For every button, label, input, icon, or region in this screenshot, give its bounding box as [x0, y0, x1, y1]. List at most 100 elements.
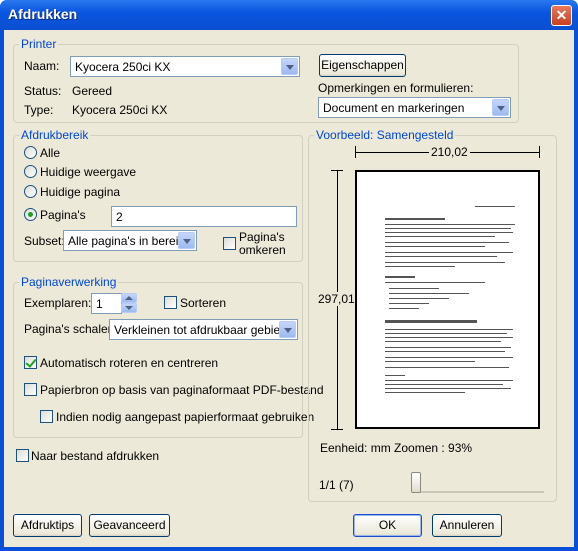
comments-label: Opmerkingen en formulieren: [318, 81, 474, 95]
page-counter: 1/1 (7) [319, 478, 354, 492]
scaling-value: Verkleinen tot afdrukbaar gebied [114, 323, 287, 337]
width-dimension-tick-right [539, 146, 540, 158]
autorotate-checkbox[interactable] [24, 356, 37, 369]
custom-paper-checkbox[interactable] [40, 410, 53, 423]
preview-group-title: Voorbeeld: Samengesteld [314, 128, 456, 142]
print-to-file-checkbox[interactable] [16, 449, 29, 462]
preview-text-line [385, 252, 513, 253]
preview-text-line [385, 246, 485, 247]
chevron-down-icon [279, 321, 296, 338]
printer-name-value: Kyocera 250ci KX [75, 60, 171, 74]
preview-text-line [385, 228, 511, 229]
print-to-file-label[interactable]: Naar bestand afdrukken [31, 449, 159, 463]
preview-text-line [385, 236, 495, 237]
preview-text-line [385, 347, 511, 348]
print-range-group-title: Afdrukbereik [19, 128, 91, 142]
preview-text-line [385, 341, 501, 342]
preview-width: 210,02 [429, 145, 470, 159]
scaling-label: Pagina's schalen: [24, 322, 118, 336]
preview-text-line [385, 367, 509, 368]
radio-current-page[interactable] [24, 185, 37, 198]
status-label: Status: [24, 84, 62, 98]
collate-label[interactable]: Sorteren [180, 296, 226, 310]
page-slider-track[interactable] [412, 473, 544, 493]
scaling-select[interactable]: Verkleinen tot afdrukbaar gebied [109, 319, 298, 340]
units-zoom-text: Eenheid: mm Zoomen : 93% [320, 441, 473, 455]
preview-text-line [385, 351, 505, 352]
page-handling-group-title: Paginaverwerking [19, 275, 119, 289]
radio-all-label[interactable]: Alle [40, 146, 60, 160]
preview-text-line [385, 380, 513, 381]
preview-text-line [385, 242, 509, 243]
page-slider-thumb[interactable] [411, 472, 421, 493]
width-dimension-tick-left [355, 146, 356, 158]
preview-text-line [385, 384, 503, 385]
preview-text-line [385, 361, 475, 362]
spin-down-icon[interactable] [121, 303, 137, 313]
radio-current-view[interactable] [24, 165, 37, 178]
preview-text-line [385, 333, 507, 334]
type-label: Type: [24, 103, 54, 117]
chevron-down-icon [281, 58, 298, 75]
properties-button[interactable]: Eigenschappen [319, 54, 406, 77]
preview-text-line [389, 298, 449, 299]
preview-text-line [385, 357, 513, 358]
radio-pages[interactable] [24, 208, 37, 221]
radio-all[interactable] [24, 146, 37, 159]
preview-text-line [389, 293, 469, 294]
spin-up-icon[interactable] [121, 293, 137, 303]
close-button[interactable]: ✕ [551, 5, 572, 26]
comments-value: Document en markeringen [323, 101, 465, 115]
preview-text-line [385, 232, 513, 233]
radio-current-page-label[interactable]: Huidige pagina [40, 185, 120, 199]
preview-text-line [389, 288, 439, 289]
paper-source-checkbox[interactable] [24, 383, 37, 396]
preview-text-line [385, 218, 445, 220]
preview-text-line [389, 308, 419, 309]
autorotate-label[interactable]: Automatisch roteren en centreren [40, 356, 218, 370]
preview-text-line [475, 206, 515, 207]
subset-select[interactable]: Alle pagina's in bereik [63, 230, 197, 251]
printer-name-select[interactable]: Kyocera 250ci KX [70, 56, 300, 77]
chevron-down-icon [178, 232, 195, 249]
window-title: Afdrukken [8, 6, 78, 22]
ok-button[interactable]: OK [353, 514, 422, 537]
reverse-pages-line2: omkeren [239, 243, 286, 257]
radio-pages-label[interactable]: Pagina's [40, 208, 86, 222]
pages-input[interactable]: 2 [111, 206, 297, 227]
copies-input[interactable]: 1 [91, 293, 122, 314]
reverse-pages-line1: Pagina's [239, 230, 285, 244]
preview-height: 297,01 [318, 292, 355, 306]
copies-stepper[interactable] [121, 293, 137, 314]
advanced-button[interactable]: Geavanceerd [89, 514, 170, 537]
preview-text-line [385, 266, 455, 267]
paper-source-label[interactable]: Papierbron op basis van paginaformaat PD… [40, 383, 324, 397]
preview-text-line [385, 282, 485, 283]
height-dimension-tick-top [331, 170, 343, 171]
collate-checkbox[interactable] [164, 296, 177, 309]
printer-name-label: Naam: [24, 59, 60, 73]
height-dimension-tick-bottom [331, 429, 343, 430]
radio-current-view-label[interactable]: Huidige weergave [40, 165, 136, 179]
preview-text-line [385, 224, 515, 225]
page-preview [355, 170, 540, 429]
preview-text-line [389, 303, 429, 304]
close-icon: ✕ [555, 7, 568, 23]
subset-label: Subset: [24, 234, 65, 248]
reverse-pages-label[interactable]: Pagina's omkeren [239, 231, 286, 257]
preview-text-line [385, 337, 513, 338]
reverse-pages-checkbox[interactable] [223, 237, 236, 250]
printer-group-title: Printer [19, 37, 59, 51]
preview-text-line [385, 329, 513, 330]
cancel-button[interactable]: Annuleren [432, 514, 502, 537]
title-bar[interactable]: Afdrukken ✕ [0, 0, 578, 30]
status-value: Gereed [72, 84, 113, 98]
preview-text-line [385, 276, 415, 278]
subset-value: Alle pagina's in bereik [68, 234, 185, 248]
copies-label: Exemplaren: [24, 296, 92, 310]
custom-paper-label[interactable]: Indien nodig aangepast papierformaat geb… [56, 410, 314, 424]
preview-text-line [385, 320, 477, 323]
comments-select[interactable]: Document en markeringen [318, 97, 511, 118]
type-value: Kyocera 250ci KX [72, 103, 168, 117]
print-tips-button[interactable]: Afdruktips [13, 514, 82, 537]
